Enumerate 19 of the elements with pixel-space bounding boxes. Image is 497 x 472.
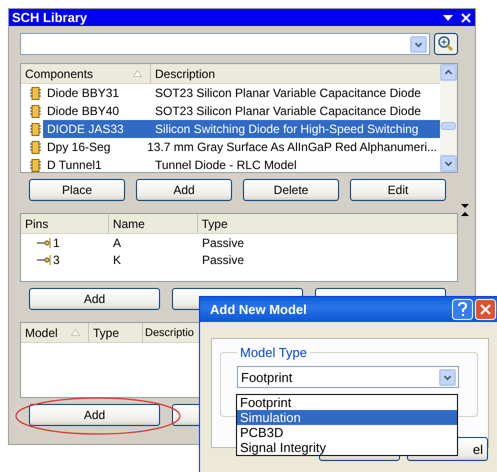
- table-cell-text: Diode BBY31: [46, 86, 120, 100]
- table-cell-text: SOT23 Silicon Planar Variable Capacitance Diode: [154, 104, 422, 118]
- table-cell-text: A: [112, 236, 122, 250]
- dialog-title: Add New Model: [210, 302, 307, 317]
- panel-title: SCH Library: [12, 10, 88, 25]
- table-cell-text: 1: [53, 236, 61, 250]
- table-cell-text: Passive: [201, 236, 246, 250]
- table-cell-text: Silicon Switching Diode for High-Speed Switching: [154, 122, 420, 136]
- table-cell-text: K: [112, 252, 122, 266]
- table-cell-text: Diode BBY40: [46, 104, 120, 118]
- table-cell-text: 13.7 mm Gray Surface As AlInGaP Red Alphanumeri...: [146, 140, 438, 154]
- table-cell-text: 3: [53, 252, 61, 266]
- table-cell-text: Passive: [201, 252, 246, 266]
- table-cell-text: Tunnel Diode - RLC Model: [154, 158, 298, 172]
- group-label: Model Type: [239, 345, 308, 360]
- table-cell-text: D Tunnel1: [46, 158, 103, 172]
- table-cell-text: SOT23 Silicon Planar Variable Capacitance Diode: [154, 86, 422, 100]
- table-cell-text: Dpy 16-Seg: [46, 140, 112, 154]
- table-cell-text: DIODE JAS33: [46, 122, 125, 136]
